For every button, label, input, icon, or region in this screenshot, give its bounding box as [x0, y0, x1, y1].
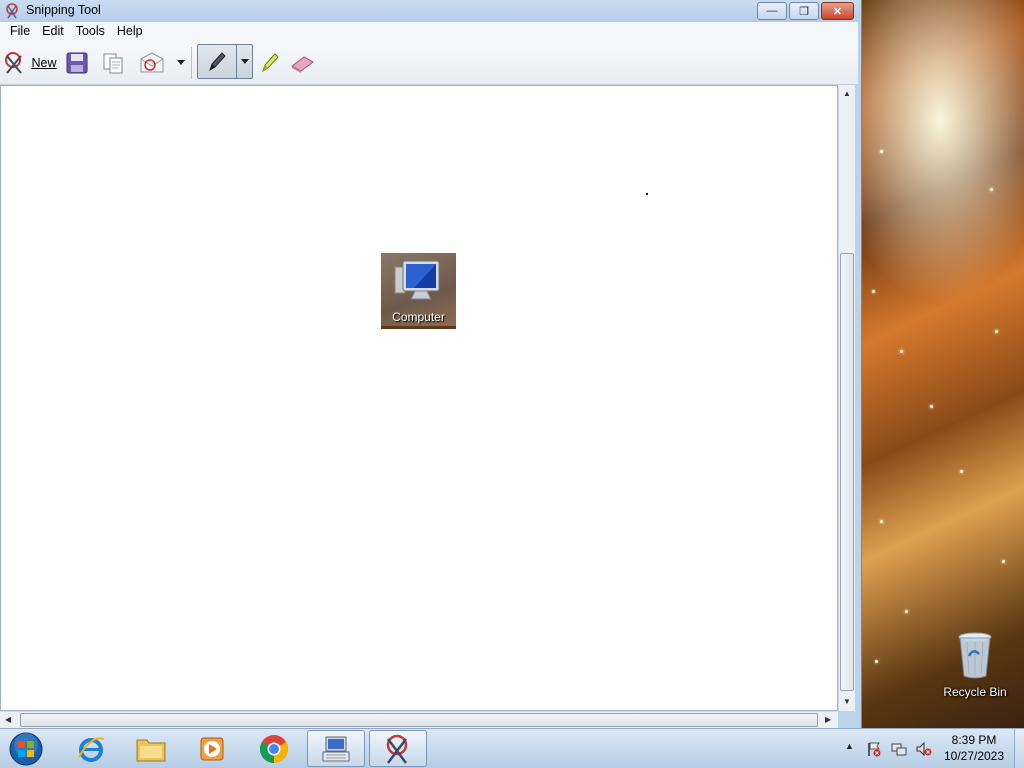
clock[interactable]: 8:39 PM 10/27/2023 — [938, 732, 1010, 764]
snipping-tool-icon — [6, 3, 18, 19]
chrome-icon — [260, 734, 288, 763]
computer-icon — [394, 260, 440, 300]
scroll-up-icon[interactable]: ▲ — [843, 89, 851, 98]
taskbar-snipping-tool[interactable] — [369, 730, 427, 767]
stray-mark — [646, 193, 648, 195]
recycle-bin-label: Recycle Bin — [943, 685, 1007, 699]
eraser-button[interactable] — [288, 45, 316, 81]
horizontal-scroll-thumb[interactable] — [20, 713, 818, 727]
restore-button[interactable]: ❐ — [789, 2, 819, 20]
scroll-left-icon[interactable]: ◀ — [5, 715, 11, 724]
close-button[interactable]: ✕ — [821, 2, 854, 20]
recycle-bin-icon — [958, 632, 992, 679]
taskbar-media-player[interactable] — [183, 730, 241, 767]
send-snip-icon — [140, 52, 164, 73]
menu-edit[interactable]: Edit — [36, 22, 70, 41]
title-bar[interactable]: Snipping Tool — ❐ ✕ — [0, 0, 860, 22]
eraser-icon — [291, 56, 314, 73]
taskbar-internet-explorer[interactable] — [62, 730, 120, 767]
taskbar-file-explorer[interactable] — [122, 730, 180, 767]
save-button[interactable] — [63, 45, 91, 81]
dropdown-arrow-icon — [177, 60, 185, 65]
new-snip-icon — [5, 52, 23, 74]
clock-date: 10/27/2023 — [943, 749, 1005, 763]
network-icon[interactable] — [891, 741, 907, 757]
wallpaper-sparkle — [930, 405, 933, 408]
show-desktop-button[interactable] — [1014, 729, 1024, 768]
dropdown-arrow-icon — [240, 58, 249, 64]
scroll-right-icon[interactable]: ▶ — [825, 715, 831, 724]
send-snip-dropdown[interactable] — [173, 45, 189, 81]
snipping-tool-icon — [386, 734, 408, 764]
menu-bar: File Edit Tools Help — [0, 22, 858, 41]
wallpaper-sparkle — [960, 470, 963, 473]
window-title: Snipping Tool — [26, 3, 101, 17]
wallpaper-sparkle — [872, 290, 875, 293]
copy-button[interactable] — [99, 45, 127, 81]
recycle-bin-shortcut[interactable]: Recycle Bin — [938, 630, 1012, 699]
snip-canvas[interactable] — [0, 85, 838, 711]
captured-computer-icon: Computer — [381, 253, 456, 329]
wallpaper-sparkle — [995, 330, 998, 333]
pen-button[interactable] — [197, 44, 237, 79]
volume-muted-icon[interactable] — [915, 741, 933, 757]
wallpaper-sparkle — [900, 350, 903, 353]
wallpaper-sparkle — [880, 520, 883, 523]
taskbar: ▲ 8:39 PM 10/27/2023 — [0, 728, 1024, 768]
send-snip-button[interactable] — [136, 45, 168, 81]
taskbar-keyboard-app[interactable] — [307, 730, 365, 767]
toolbar: New — [0, 41, 858, 85]
wallpaper-sparkle — [1002, 560, 1005, 563]
internet-explorer-icon — [78, 736, 105, 762]
start-button[interactable] — [6, 731, 46, 767]
vertical-scroll-thumb[interactable] — [840, 253, 854, 691]
keyboard-icon — [322, 736, 350, 761]
wallpaper-sparkle — [880, 150, 883, 153]
action-center-flag-icon[interactable] — [866, 741, 882, 757]
wallpaper-sparkle — [990, 188, 993, 191]
horizontal-scrollbar[interactable]: ◀ ▶ — [0, 711, 838, 728]
highlighter-icon — [262, 53, 279, 73]
copy-icon — [103, 53, 123, 74]
scroll-down-icon[interactable]: ▼ — [843, 697, 851, 706]
minimize-button[interactable]: — — [757, 2, 787, 20]
save-icon — [66, 52, 88, 74]
snipping-tool-window: Snipping Tool — ❐ ✕ File Edit Tools Help… — [0, 0, 862, 728]
toolbar-separator — [191, 47, 192, 79]
wallpaper-sparkle — [905, 610, 908, 613]
new-snip-button[interactable]: New — [2, 45, 58, 81]
new-snip-label: New — [31, 56, 57, 70]
captured-computer-label: Computer — [392, 310, 445, 324]
menu-help[interactable]: Help — [111, 22, 149, 41]
wallpaper-sparkle — [875, 660, 878, 663]
menu-file[interactable]: File — [4, 22, 36, 41]
taskbar-chrome[interactable] — [245, 730, 303, 767]
windows-orb-icon — [9, 732, 43, 766]
vertical-scrollbar[interactable]: ▲ ▼ — [838, 85, 855, 711]
pen-dropdown[interactable] — [237, 44, 253, 79]
highlighter-button[interactable] — [256, 45, 282, 81]
clock-time: 8:39 PM — [951, 733, 997, 747]
menu-tools[interactable]: Tools — [70, 22, 111, 41]
show-hidden-icons[interactable]: ▲ — [845, 741, 854, 751]
media-player-icon — [200, 737, 224, 760]
pen-icon — [209, 51, 226, 71]
folder-icon — [136, 739, 166, 761]
